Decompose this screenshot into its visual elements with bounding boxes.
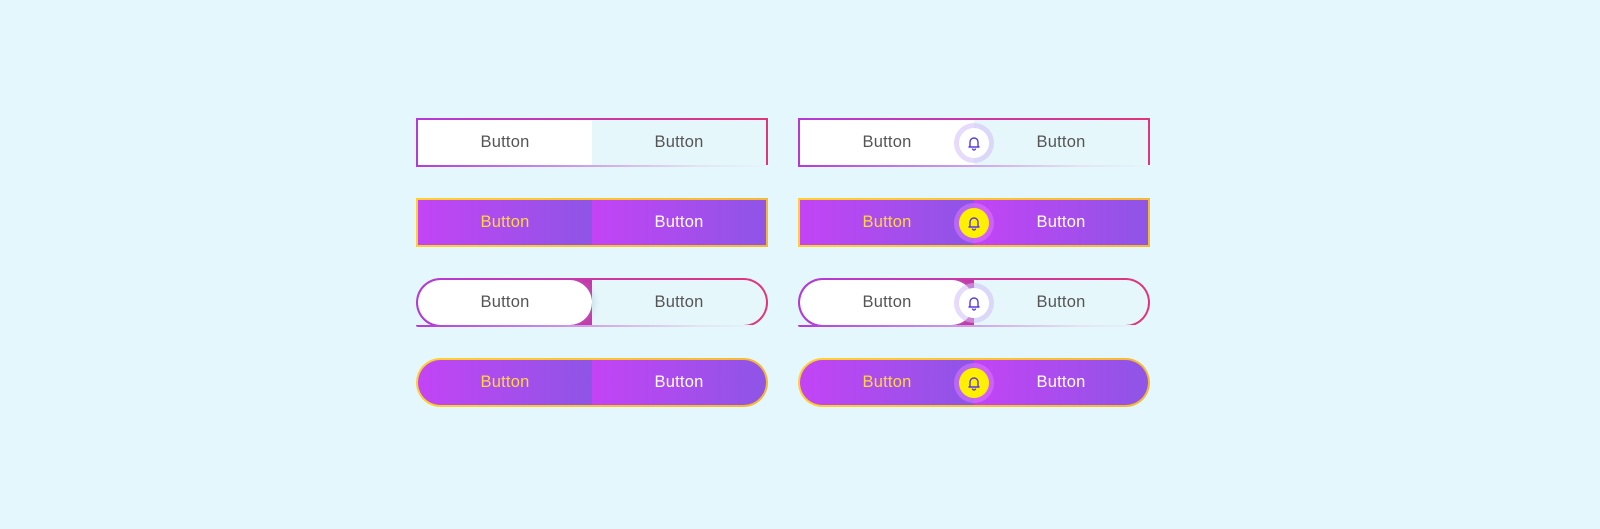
segmented-button-light-square: Button Button (416, 118, 768, 167)
bell-icon-wrap (959, 287, 989, 318)
segment-button-first[interactable]: Button (418, 360, 592, 405)
segment-button-first[interactable]: Button (418, 200, 592, 245)
bell-button[interactable] (954, 122, 994, 163)
bell-icon-wrap (959, 367, 989, 398)
segment-button-second[interactable]: Button (592, 360, 766, 405)
bell-button[interactable] (954, 202, 994, 243)
segmented-button-light-square-bell: Button Button (798, 118, 1150, 167)
segment-button-second[interactable]: Button (592, 120, 766, 165)
segment-button-first[interactable]: Button (800, 280, 974, 325)
segmented-button-inner: Button Button (418, 360, 766, 405)
button-groups-right-column: Button Button Button Button Button Butto… (798, 118, 1150, 407)
segment-button-second[interactable]: Button (974, 360, 1148, 405)
segmented-button-light-pill-bell: Button Button (798, 278, 1150, 327)
bell-button[interactable] (954, 282, 994, 323)
segment-button-second[interactable]: Button (592, 200, 766, 245)
segment-button-second[interactable]: Button (974, 120, 1148, 165)
button-groups-left-column: Button Button Button Button Button Butto… (416, 118, 768, 407)
bell-icon (968, 216, 980, 231)
segmented-button-inner: Button Button (418, 200, 766, 245)
bell-icon (968, 136, 980, 151)
bell-icon (968, 376, 980, 391)
segmented-button-dark-pill: Button Button (416, 358, 768, 407)
bell-icon-wrap (959, 207, 989, 238)
bell-icon-wrap (959, 127, 989, 158)
segment-button-second[interactable]: Button (974, 280, 1148, 325)
segment-button-first[interactable]: Button (800, 120, 974, 165)
segment-button-second[interactable]: Button (974, 200, 1148, 245)
segmented-button-dark-square: Button Button (416, 198, 768, 247)
segment-button-first[interactable]: Button (800, 360, 974, 405)
segmented-button-light-pill: Button Button (416, 278, 768, 327)
segmented-button-dark-square-bell: Button Button (798, 198, 1150, 247)
segment-button-first[interactable]: Button (418, 280, 592, 325)
segmented-button-inner: Button Button (418, 120, 766, 165)
bell-button[interactable] (954, 362, 994, 403)
segmented-button-dark-pill-bell: Button Button (798, 358, 1150, 407)
segment-button-first[interactable]: Button (418, 120, 592, 165)
segment-button-first[interactable]: Button (800, 200, 974, 245)
segment-button-second[interactable]: Button (592, 280, 766, 325)
segmented-button-inner: Button Button (418, 280, 766, 325)
bell-icon (968, 296, 980, 311)
